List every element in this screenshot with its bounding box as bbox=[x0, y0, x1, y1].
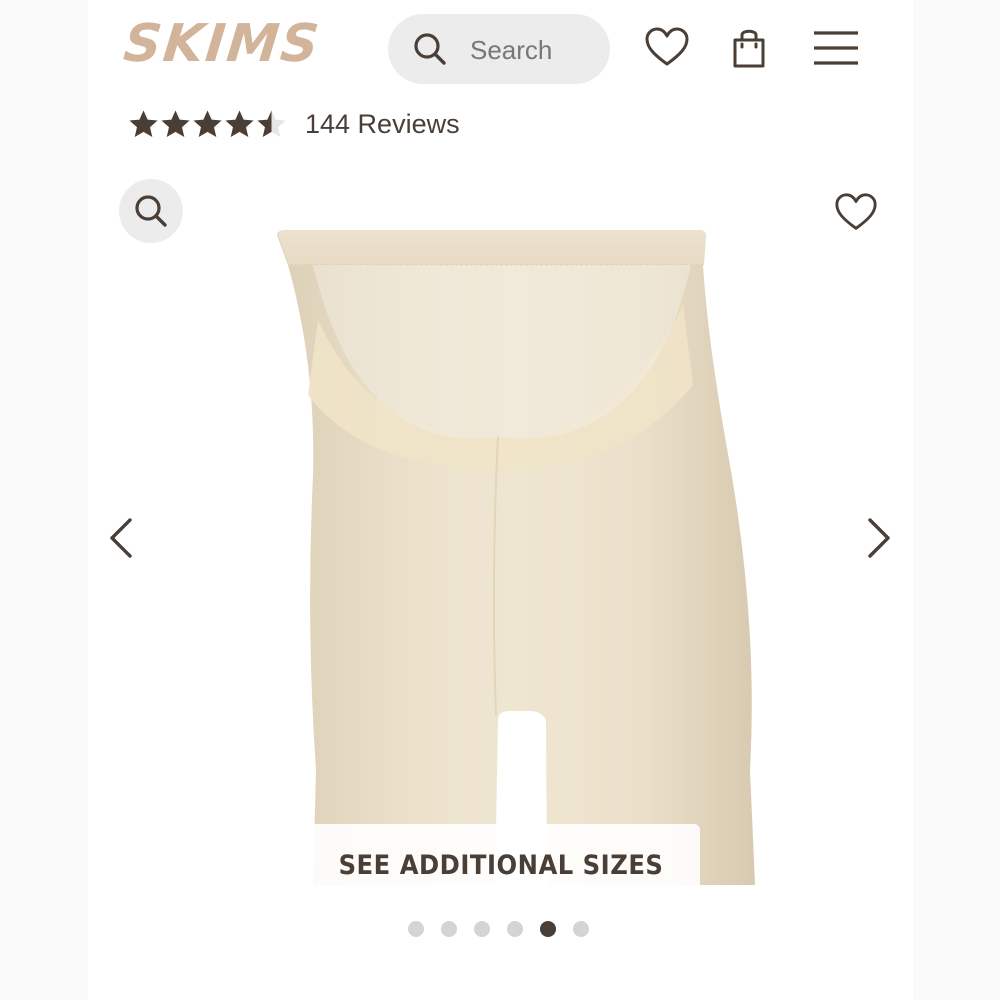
reviews-count[interactable]: 144 Reviews bbox=[305, 109, 460, 140]
carousel-dot[interactable] bbox=[507, 921, 523, 937]
search-icon bbox=[414, 33, 446, 65]
skims-logo[interactable]: SKIMS bbox=[121, 14, 337, 74]
chevron-left-icon[interactable] bbox=[104, 510, 144, 566]
product-image-shorts[interactable] bbox=[253, 225, 763, 890]
hamburger-menu-icon[interactable] bbox=[812, 24, 860, 72]
zoom-button[interactable] bbox=[119, 179, 183, 243]
star-icon bbox=[225, 110, 254, 137]
search-input[interactable] bbox=[468, 32, 602, 68]
carousel-dot[interactable] bbox=[474, 921, 490, 937]
star-icon bbox=[257, 110, 286, 137]
carousel-dot[interactable] bbox=[573, 921, 589, 937]
add-to-wishlist-heart-icon[interactable] bbox=[833, 190, 879, 236]
chevron-right-icon[interactable] bbox=[858, 510, 898, 566]
search-bar[interactable] bbox=[388, 14, 610, 84]
product-page: SKIMS 144 Reviews bbox=[88, 0, 913, 1000]
carousel-dot[interactable] bbox=[408, 921, 424, 937]
star-icon bbox=[161, 110, 190, 137]
carousel-dot[interactable] bbox=[540, 921, 556, 937]
carousel-dot[interactable] bbox=[441, 921, 457, 937]
product-rating[interactable]: 144 Reviews bbox=[128, 104, 460, 144]
star-icon bbox=[193, 110, 222, 137]
zoom-icon bbox=[135, 195, 167, 227]
wishlist-heart-icon[interactable] bbox=[643, 24, 691, 72]
see-additional-sizes-button[interactable]: SEE ADDITIONAL SIZES bbox=[302, 824, 700, 906]
carousel-pagination bbox=[408, 921, 589, 937]
star-rating bbox=[128, 109, 287, 140]
shopping-bag-icon[interactable] bbox=[725, 24, 773, 72]
star-icon bbox=[129, 110, 158, 137]
